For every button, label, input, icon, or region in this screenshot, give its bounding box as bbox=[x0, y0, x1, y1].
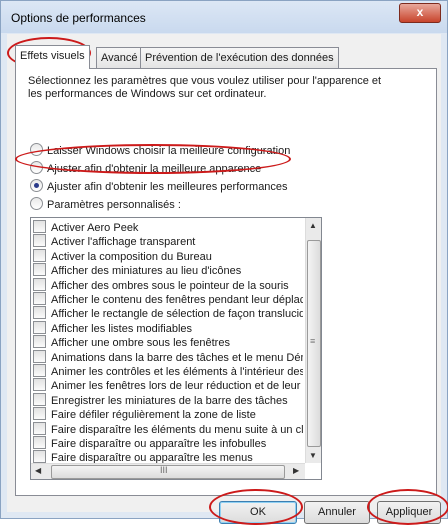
effect-option-label: Faire défiler régulièrement la zone de l… bbox=[51, 409, 256, 422]
effect-option-label: Faire disparaître ou apparaître les info… bbox=[51, 438, 267, 450]
radio-icon bbox=[30, 197, 43, 210]
radio-icon bbox=[30, 143, 43, 156]
tab-effets-visuels[interactable]: Effets visuels bbox=[15, 45, 90, 69]
effect-option-label: Activer Aero Peek bbox=[51, 222, 139, 234]
effect-option[interactable]: Faire disparaître les éléments du menu s… bbox=[33, 421, 303, 437]
ok-button[interactable]: OK bbox=[219, 501, 297, 524]
effect-option[interactable]: Afficher une ombre sous les fenêtres bbox=[33, 335, 303, 350]
checkbox-icon[interactable] bbox=[33, 407, 46, 421]
checkbox-icon[interactable] bbox=[33, 220, 46, 233]
apply-button[interactable]: Appliquer bbox=[377, 501, 441, 524]
description-text: Sélectionnez les paramètres que vous vou… bbox=[28, 75, 382, 100]
scroll-left-icon[interactable]: ◀ bbox=[35, 466, 41, 475]
close-button[interactable]: x bbox=[399, 3, 441, 23]
effect-option[interactable]: Afficher des miniatures au lieu d'icônes bbox=[33, 263, 303, 278]
horizontal-scrollbar[interactable]: ◀ III ▶ bbox=[31, 463, 305, 479]
effect-option[interactable]: Animer les contrôles et les éléments à l… bbox=[33, 364, 303, 379]
horizontal-scroll-thumb[interactable]: III bbox=[51, 465, 285, 479]
radio-best-performance[interactable]: Ajuster afin d'obtenir les meilleures pe… bbox=[30, 179, 288, 195]
visual-effects-panel: Sélectionnez les paramètres que vous vou… bbox=[15, 68, 437, 496]
close-icon: x bbox=[416, 5, 424, 19]
effect-option[interactable]: Activer l'affichage transparent bbox=[33, 234, 303, 249]
grip-icon: III bbox=[160, 465, 168, 475]
checkbox-icon[interactable] bbox=[33, 392, 46, 406]
radio-icon bbox=[30, 161, 43, 174]
tab-avance[interactable]: Avancé bbox=[96, 47, 143, 68]
dialog-client: Effets visuels Avancé Prévention de l'ex… bbox=[7, 34, 441, 524]
radio-label: Laisser Windows choisir la meilleure con… bbox=[47, 145, 291, 157]
effect-option[interactable]: Activer la composition du Bureau bbox=[33, 248, 303, 264]
effect-option[interactable]: Animer les fenêtres lors de leur réducti… bbox=[33, 378, 303, 393]
checkbox-icon[interactable] bbox=[33, 306, 46, 320]
checkbox-icon[interactable] bbox=[33, 263, 46, 277]
window-title: Options de performances bbox=[11, 11, 146, 25]
effect-option-label: Afficher des ombres sous le pointeur de … bbox=[51, 279, 289, 292]
checkbox-icon[interactable] bbox=[33, 335, 46, 349]
effect-option-label: Enregistrer les miniatures de la barre d… bbox=[51, 394, 288, 407]
checkbox-icon[interactable] bbox=[33, 277, 46, 291]
checkbox-icon[interactable] bbox=[33, 378, 46, 392]
effect-option-label: Afficher une ombre sous les fenêtres bbox=[51, 337, 230, 350]
title-bar: Options de performances x bbox=[1, 1, 447, 33]
effect-option[interactable]: Afficher le rectangle de sélection de fa… bbox=[33, 306, 303, 321]
performance-options-window: Options de performances x Effets visuels… bbox=[0, 0, 448, 525]
radio-best-appearance[interactable]: Ajuster afin d'obtenir la meilleure appa… bbox=[30, 161, 261, 177]
effect-option[interactable]: Afficher des ombres sous le pointeur de … bbox=[33, 277, 303, 293]
effect-option-label: Afficher le contenu des fenêtres pendant… bbox=[51, 294, 303, 306]
checkbox-icon[interactable] bbox=[33, 364, 46, 377]
radio-let-windows-choose[interactable]: Laisser Windows choisir la meilleure con… bbox=[30, 143, 290, 159]
effect-option-label: Faire disparaître les éléments du menu s… bbox=[51, 423, 303, 436]
effect-option-label: Afficher des miniatures au lieu d'icônes bbox=[51, 265, 242, 278]
scroll-right-icon[interactable]: ▶ bbox=[293, 466, 299, 475]
effect-option[interactable]: Activer Aero Peek bbox=[33, 220, 303, 235]
cancel-button[interactable]: Annuler bbox=[304, 501, 370, 524]
checkbox-icon[interactable] bbox=[33, 234, 46, 248]
effect-option[interactable]: Enregistrer les miniatures de la barre d… bbox=[33, 392, 303, 408]
vertical-scrollbar[interactable]: ▲ ≡ ▼ bbox=[305, 218, 321, 463]
radio-custom[interactable]: Paramètres personnalisés : bbox=[30, 197, 181, 213]
effect-option-label: Afficher les listes modifiables bbox=[51, 322, 193, 335]
checkbox-icon[interactable] bbox=[33, 421, 46, 435]
effects-checkbox-list[interactable]: Activer Aero Peek Activer l'affichage tra… bbox=[30, 217, 322, 480]
effect-option[interactable]: Afficher les listes modifiables bbox=[33, 320, 303, 336]
effect-option[interactable]: Animations dans la barre des tâches et l… bbox=[33, 349, 303, 365]
radio-selected-icon bbox=[30, 179, 43, 192]
effect-option-label: Afficher le rectangle de sélection de fa… bbox=[51, 308, 303, 321]
scroll-up-icon[interactable]: ▲ bbox=[309, 221, 317, 230]
checkbox-icon[interactable] bbox=[33, 320, 46, 334]
tab-prevention-execution[interactable]: Prévention de l'exécution des données bbox=[140, 47, 339, 68]
grip-icon: ≡ bbox=[310, 336, 316, 346]
scroll-down-icon[interactable]: ▼ bbox=[309, 451, 317, 460]
effect-option-label: Activer l'affichage transparent bbox=[51, 236, 196, 249]
effect-option-label: Animer les fenêtres lors de leur réducti… bbox=[51, 380, 303, 393]
checkbox-icon[interactable] bbox=[33, 436, 46, 449]
checkbox-icon[interactable] bbox=[33, 248, 46, 262]
effect-option-label: Activer la composition du Bureau bbox=[51, 250, 212, 263]
checkbox-icon[interactable] bbox=[33, 450, 46, 464]
radio-label: Paramètres personnalisés : bbox=[47, 199, 181, 211]
checkbox-icon[interactable] bbox=[33, 349, 46, 363]
effect-option[interactable]: Faire défiler régulièrement la zone de l… bbox=[33, 407, 303, 422]
effect-option[interactable]: Afficher le contenu des fenêtres pendant… bbox=[33, 292, 303, 307]
effect-option-label: Animer les contrôles et les éléments à l… bbox=[51, 366, 303, 378]
effect-option[interactable]: Faire disparaître ou apparaître les info… bbox=[33, 436, 303, 451]
checkbox-icon[interactable] bbox=[33, 292, 46, 305]
radio-label: Ajuster afin d'obtenir la meilleure appa… bbox=[47, 163, 262, 175]
radio-label: Ajuster afin d'obtenir les meilleures pe… bbox=[47, 181, 288, 193]
vertical-scroll-thumb[interactable]: ≡ bbox=[307, 240, 321, 447]
effect-option-label: Animations dans la barre des tâches et l… bbox=[51, 351, 303, 364]
